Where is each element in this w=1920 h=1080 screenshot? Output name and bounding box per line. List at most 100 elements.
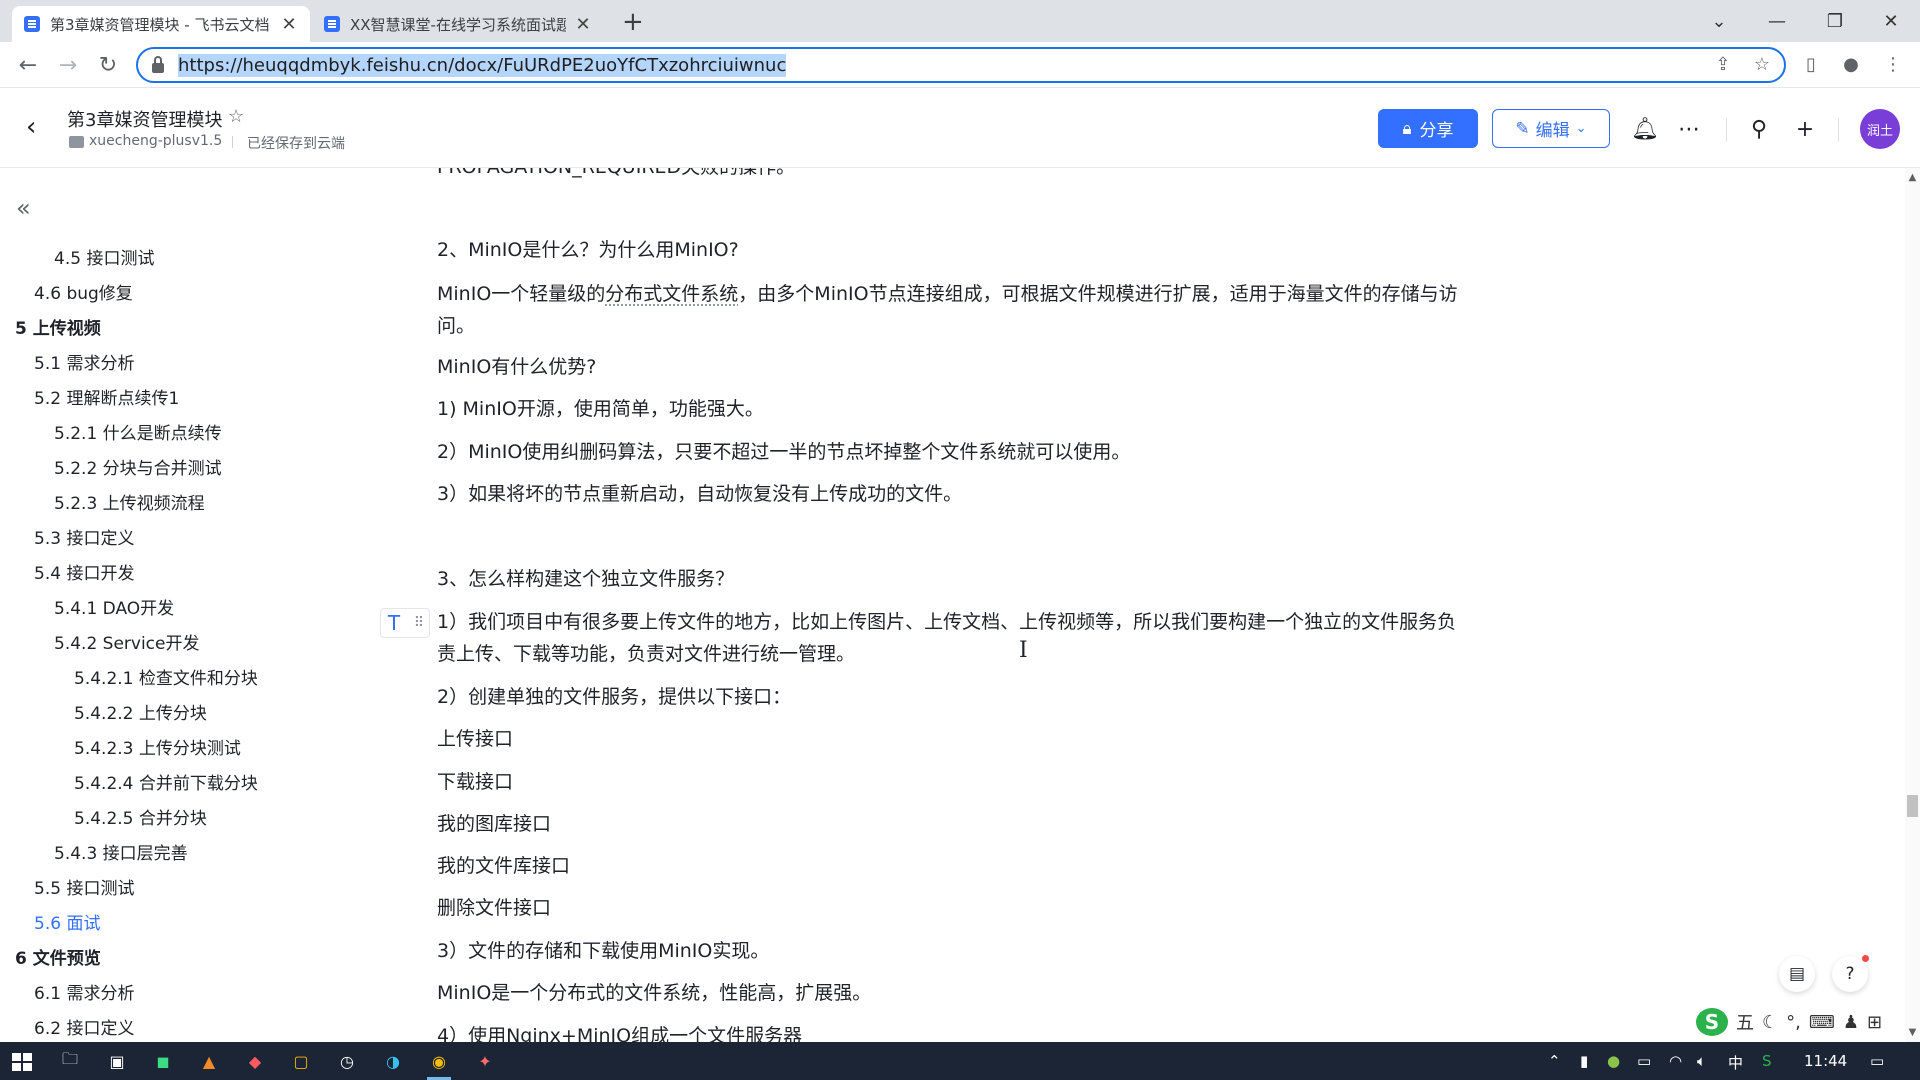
- chrome-icon[interactable]: ◉: [424, 1046, 454, 1080]
- scroll-down-icon[interactable]: ▼: [1905, 1027, 1920, 1038]
- paragraph[interactable]: MinIO有什么优势?: [437, 351, 1467, 383]
- sogou-tray-icon[interactable]: S: [1762, 1052, 1772, 1070]
- tab-interview-questions[interactable]: XX智慧课堂-在线学习系统面试题 ✕: [312, 6, 604, 42]
- toc-item[interactable]: 5.4.2 Service开发: [54, 629, 200, 654]
- user-icon[interactable]: ♟: [1843, 1012, 1859, 1033]
- sogou-ime-icon[interactable]: S: [1696, 1008, 1728, 1036]
- microphone-icon[interactable]: ▮: [1580, 1052, 1588, 1070]
- toc-item[interactable]: 4.5 接口测试: [54, 244, 154, 269]
- toc-item[interactable]: 4.6 bug修复: [34, 279, 133, 304]
- restore-icon[interactable]: ❐: [1806, 0, 1864, 42]
- close-icon[interactable]: ✕: [280, 14, 298, 35]
- toc-item[interactable]: 5.6 面试: [34, 909, 100, 934]
- minimize-icon[interactable]: —: [1748, 0, 1806, 42]
- text-type-icon[interactable]: T: [388, 611, 400, 635]
- heading-question-2[interactable]: 2、MinIO是什么？为什么用MinIO?: [437, 234, 1467, 266]
- paragraph[interactable]: MinIO是一个分布式的文件系统，性能高，扩展强。: [437, 977, 1467, 1009]
- toc-item[interactable]: 5 上传视频: [15, 314, 101, 339]
- paragraph[interactable]: 2）MinIO使用纠删码算法，只要不超过一半的节点坏掉整个文件系统就可以使用。: [437, 436, 1467, 468]
- windows-start-icon[interactable]: [12, 1053, 32, 1071]
- term-link[interactable]: 分布式文件系统: [605, 283, 738, 305]
- paragraph[interactable]: 3）文件的存储和下载使用MinIO实现。: [437, 935, 1467, 967]
- keyboard-icon[interactable]: ⌨: [1809, 1012, 1835, 1033]
- toc-item[interactable]: 6.1 需求分析: [34, 979, 134, 1004]
- list-item[interactable]: 我的图库接口: [437, 808, 1467, 840]
- toc-item[interactable]: 5.3 接口定义: [34, 524, 134, 549]
- doc-title[interactable]: 第3章媒资管理模块: [67, 106, 222, 132]
- file-explorer-icon[interactable]: 🗀: [55, 1046, 85, 1076]
- list-item[interactable]: 下载接口: [437, 766, 1467, 798]
- toc-item[interactable]: 5.4.2.1 检查文件和分块: [74, 664, 258, 689]
- wifi-icon[interactable]: ◠: [1669, 1052, 1682, 1070]
- toc-item[interactable]: 5.4.2.4 合并前下载分块: [74, 769, 258, 794]
- paragraph[interactable]: 1) MinIO开源，使用简单，功能强大。: [437, 393, 1467, 425]
- tab-search-icon[interactable]: ⌄: [1690, 0, 1748, 42]
- add-icon[interactable]: +: [1790, 114, 1820, 144]
- toc-item[interactable]: 5.4.1 DAO开发: [54, 594, 174, 619]
- scroll-thumb[interactable]: [1907, 795, 1918, 817]
- toc-item[interactable]: 5.4.2.2 上传分块: [74, 699, 207, 724]
- tab-feishu-doc[interactable]: 第3章媒资管理模块 - 飞书云文档 ✕: [12, 6, 310, 42]
- punctuation-icon[interactable]: °,: [1786, 1012, 1801, 1033]
- back-icon[interactable]: ←: [12, 49, 44, 81]
- bookmark-star-icon[interactable]: ☆: [1749, 52, 1775, 78]
- toc-item[interactable]: 5.4.3 接口层完善: [54, 839, 188, 864]
- intellij-icon[interactable]: ◆: [240, 1046, 270, 1076]
- collapse-sidebar-icon[interactable]: «: [16, 194, 31, 222]
- volume-icon[interactable]: 🔈︎: [1697, 1052, 1706, 1070]
- ime-mode[interactable]: 五: [1736, 1009, 1754, 1035]
- side-panel-icon[interactable]: ▯: [1798, 52, 1824, 78]
- list-item[interactable]: 上传接口: [437, 723, 1467, 755]
- moon-icon[interactable]: ☾: [1762, 1012, 1778, 1033]
- clock-time[interactable]: 11:44: [1804, 1052, 1847, 1070]
- grid-icon[interactable]: ⊞: [1867, 1012, 1882, 1033]
- scrollbar[interactable]: ▲ ▼: [1905, 168, 1920, 1042]
- url-text[interactable]: https://heuqqdmbyk.feishu.cn/docx/FuURdP…: [178, 53, 787, 77]
- share-page-icon[interactable]: ⇪: [1710, 52, 1736, 78]
- toc-item[interactable]: 5.5 接口测试: [34, 874, 134, 899]
- folder-name[interactable]: xuecheng-plusv1.5: [89, 133, 222, 149]
- search-icon[interactable]: ⚲: [1744, 114, 1774, 144]
- forward-icon[interactable]: →: [52, 49, 84, 81]
- terminal-icon[interactable]: ▣: [102, 1046, 132, 1076]
- app-c-icon[interactable]: ◼: [148, 1046, 178, 1076]
- paragraph[interactable]: 2）创建单独的文件服务，提供以下接口：: [437, 681, 1467, 713]
- reload-icon[interactable]: ↻: [92, 49, 124, 81]
- browser-menu-icon[interactable]: ⋮: [1880, 52, 1906, 78]
- comments-icon[interactable]: ▤: [1779, 956, 1815, 992]
- toc-item[interactable]: 5.4.2.5 合并分块: [74, 804, 207, 829]
- close-icon[interactable]: ✕: [574, 14, 592, 35]
- edit-mode-button[interactable]: ✎ 编辑 ⌄: [1492, 109, 1610, 148]
- paragraph[interactable]: MinIO一个轻量级的分布式文件系统，由多个MinIO节点连接组成，可根据文件规…: [437, 278, 1467, 342]
- toc-item[interactable]: 5.2.3 上传视频流程: [54, 489, 205, 514]
- toc-item[interactable]: 5.4 接口开发: [34, 559, 134, 584]
- toc-item[interactable]: 5.4.2.3 上传分块测试: [74, 734, 241, 759]
- green-app-icon[interactable]: ●: [1607, 1052, 1620, 1070]
- scroll-up-icon[interactable]: ▲: [1905, 172, 1920, 183]
- input-language[interactable]: 中: [1728, 1052, 1743, 1073]
- paragraph[interactable]: 4）使用Nginx+MinIO组成一个文件服务器: [437, 1020, 1467, 1042]
- list-item[interactable]: 删除文件接口: [437, 892, 1467, 924]
- lock-icon[interactable]: [152, 55, 164, 73]
- toc-item[interactable]: 5.1 需求分析: [34, 349, 134, 374]
- battery-icon[interactable]: ▭: [1637, 1052, 1651, 1070]
- bell-icon[interactable]: 🔔︎: [1630, 114, 1660, 144]
- app-frame-icon[interactable]: ▢: [286, 1046, 316, 1076]
- paragraph[interactable]: PROPAGATION_REQUIRED失败的操作。: [437, 168, 1467, 183]
- toc-item[interactable]: 6 文件预览: [15, 944, 101, 969]
- avatar[interactable]: 润土: [1860, 109, 1900, 149]
- paragraph[interactable]: 1）我们项目中有很多要上传文件的地方，比如上传图片、上传文档、上传视频等，所以我…: [437, 606, 1467, 670]
- app-clock-icon[interactable]: ◷: [332, 1046, 362, 1076]
- favorite-star-icon[interactable]: ☆: [228, 106, 244, 127]
- toc-item[interactable]: 5.2.2 分块与合并测试: [54, 454, 222, 479]
- share-button[interactable]: 🔒︎ 分享: [1378, 109, 1478, 148]
- heading-question-3[interactable]: 3、怎么样构建这个独立文件服务？: [437, 563, 1467, 595]
- notification-center-icon[interactable]: ▭: [1870, 1052, 1884, 1070]
- toc-item[interactable]: 5.2 理解断点续传1: [34, 384, 179, 409]
- toc-item[interactable]: 6.2 接口定义: [34, 1014, 134, 1039]
- address-bar[interactable]: https://heuqqdmbyk.feishu.cn/docx/FuURdP…: [136, 47, 1786, 83]
- more-icon[interactable]: ⋯: [1674, 114, 1704, 144]
- vlc-icon[interactable]: ▲: [194, 1046, 224, 1076]
- list-item[interactable]: 我的文件库接口: [437, 850, 1467, 882]
- drag-handle-icon[interactable]: ⠿: [414, 615, 424, 631]
